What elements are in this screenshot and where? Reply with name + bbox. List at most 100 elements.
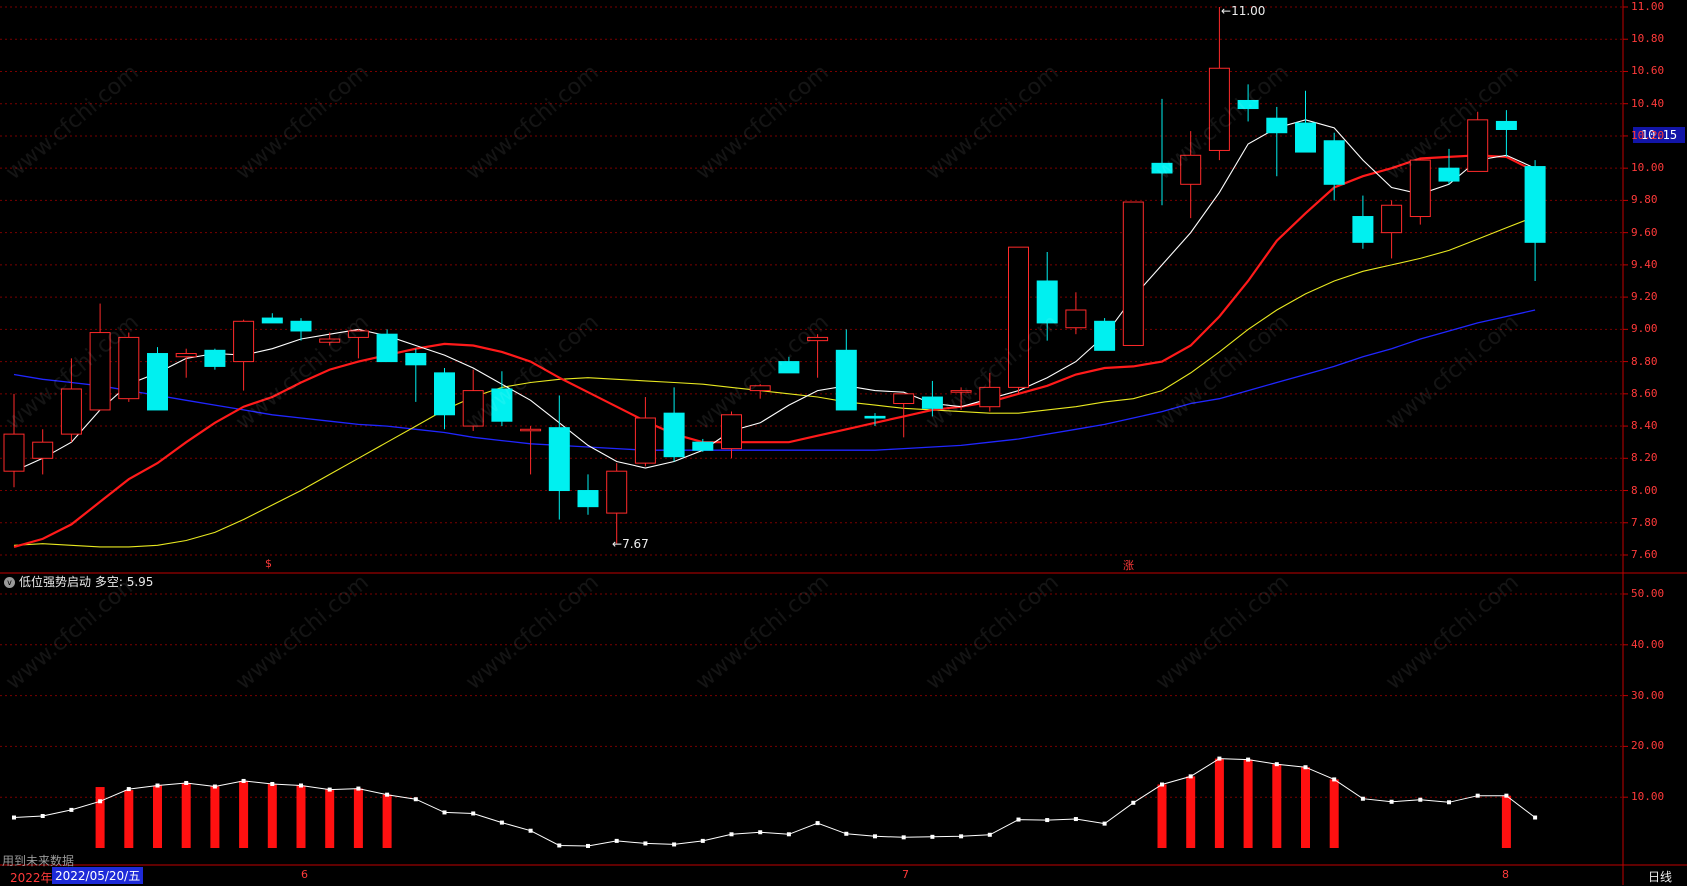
footer-date[interactable]: 2022/05/20/五 bbox=[52, 867, 144, 884]
indicator-bar bbox=[239, 780, 249, 848]
y-tick-label: 40.00 bbox=[1631, 637, 1665, 651]
indicator-bar bbox=[296, 785, 306, 848]
y-tick-label: 8.60 bbox=[1631, 386, 1658, 400]
indicator-point bbox=[1418, 797, 1423, 802]
indicator-point bbox=[126, 787, 131, 792]
y-tick-label: 10.20 bbox=[1631, 128, 1665, 142]
y-tick-label: 50.00 bbox=[1631, 587, 1665, 600]
chart-canvas[interactable] bbox=[0, 0, 1687, 885]
y-tick-label: 9.80 bbox=[1631, 193, 1658, 207]
indicator-bar bbox=[1186, 776, 1196, 848]
indicator-bar bbox=[267, 783, 277, 848]
ma20-line bbox=[13, 215, 1536, 548]
indicator-point bbox=[299, 783, 303, 788]
candle-body bbox=[118, 336, 140, 400]
indicator-point bbox=[1016, 817, 1021, 822]
indicator-bar bbox=[382, 794, 392, 848]
indicator-bar bbox=[325, 789, 335, 848]
indicator-point bbox=[184, 780, 189, 785]
indicator-point bbox=[1389, 799, 1394, 804]
indicator-bar bbox=[1501, 795, 1511, 848]
candle-body bbox=[462, 390, 484, 427]
candle-body bbox=[405, 353, 427, 366]
candle-body bbox=[835, 349, 857, 411]
period-label[interactable]: 日线 bbox=[1648, 868, 1672, 885]
candle-body bbox=[204, 349, 226, 367]
indicator-point bbox=[930, 834, 935, 839]
candle-body bbox=[778, 361, 800, 374]
candle-body bbox=[434, 372, 455, 416]
y-tick-label: 10.80 bbox=[1631, 32, 1665, 46]
indicator-bar bbox=[1301, 767, 1310, 848]
indicator-bar bbox=[353, 788, 363, 848]
y-tick-label: 30.00 bbox=[1631, 688, 1665, 702]
candle-body bbox=[89, 332, 111, 411]
indicator-bar bbox=[210, 786, 220, 848]
candle-body bbox=[319, 338, 341, 343]
indicator-bar bbox=[1157, 784, 1167, 848]
indicator-point bbox=[1217, 756, 1222, 761]
candle-body bbox=[1266, 117, 1288, 134]
y-tick-label: 8.80 bbox=[1631, 354, 1658, 368]
indicator-point bbox=[959, 834, 964, 839]
candle-body bbox=[376, 333, 398, 363]
y-tick-label: 7.80 bbox=[1631, 515, 1658, 529]
indicator-point bbox=[327, 787, 332, 792]
indicator-title[interactable]: v 低位强势启动 多空: 5.95 bbox=[4, 573, 153, 590]
indicator-point bbox=[1073, 817, 1078, 822]
candle-body bbox=[1352, 216, 1374, 243]
candle-body bbox=[548, 427, 570, 492]
indicator-point bbox=[643, 841, 648, 846]
candle-body bbox=[950, 390, 972, 393]
y-tick-label: 7.60 bbox=[1631, 548, 1658, 561]
indicator-point bbox=[614, 838, 619, 843]
candle-body bbox=[606, 470, 628, 514]
indicator-point bbox=[873, 834, 877, 839]
candle-body bbox=[864, 415, 886, 419]
candle-body bbox=[1122, 201, 1144, 346]
y-tick-label: 8.20 bbox=[1631, 451, 1658, 465]
y-tick-label: 9.00 bbox=[1631, 322, 1658, 336]
indicator-point bbox=[385, 792, 390, 797]
indicator-point bbox=[758, 830, 763, 835]
y-tick-label: 10.60 bbox=[1631, 64, 1665, 78]
y-tick-label: 9.40 bbox=[1631, 257, 1658, 271]
collapse-icon[interactable]: v bbox=[4, 577, 15, 588]
candle-body bbox=[520, 428, 542, 432]
indicator-point bbox=[815, 821, 820, 826]
candle-body bbox=[233, 320, 255, 363]
candle-body bbox=[1381, 204, 1403, 234]
candle-body bbox=[692, 441, 714, 451]
candle-body bbox=[1151, 162, 1173, 174]
footer-year: 2022年 bbox=[10, 871, 53, 885]
y-tick-label: 20.00 bbox=[1631, 739, 1665, 753]
candle-body bbox=[1524, 166, 1546, 243]
indicator-point bbox=[1131, 800, 1136, 805]
indicator-point bbox=[700, 838, 705, 843]
indicator-point bbox=[1533, 815, 1538, 820]
candle-body bbox=[1467, 119, 1489, 172]
candle-body bbox=[147, 353, 168, 411]
month-mark: 7 bbox=[902, 868, 909, 881]
indicator-point bbox=[356, 786, 361, 791]
indicator-bar bbox=[95, 787, 105, 848]
candle-body bbox=[1036, 280, 1058, 324]
y-tick-label: 10.00 bbox=[1631, 161, 1665, 175]
indicator-point bbox=[98, 799, 103, 804]
indicator-point bbox=[471, 811, 476, 816]
candle-body bbox=[1409, 159, 1431, 218]
indicator-point bbox=[212, 784, 217, 789]
candle-body bbox=[491, 388, 513, 422]
month-mark: 6 bbox=[301, 868, 308, 881]
indicator-point bbox=[1504, 793, 1509, 798]
indicator-name: 低位强势启动 bbox=[19, 575, 92, 589]
ma5-line bbox=[13, 119, 1536, 472]
y-tick-label: 11.00 bbox=[1631, 0, 1665, 13]
month-mark: 8 bbox=[1502, 868, 1509, 881]
candle-body bbox=[1208, 67, 1230, 151]
candle-body bbox=[577, 490, 599, 508]
candle-body bbox=[979, 386, 1001, 408]
indicator-bar bbox=[153, 785, 162, 848]
candle-body bbox=[1094, 320, 1116, 351]
candle-body bbox=[60, 388, 82, 435]
